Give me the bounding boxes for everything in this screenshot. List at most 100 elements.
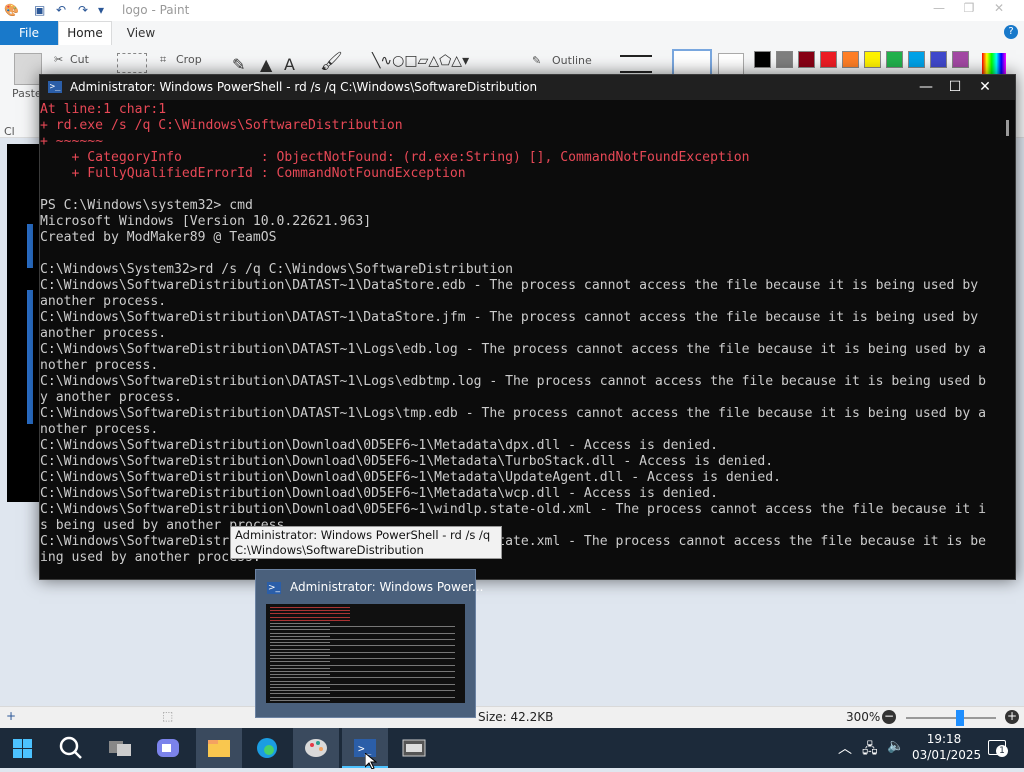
save-icon[interactable]: ▣: [34, 3, 45, 17]
start-icon: [13, 739, 32, 758]
color-swatch[interactable]: [886, 51, 903, 68]
paint-close-button[interactable]: ✕: [984, 1, 1014, 15]
console-line: nother process.: [40, 358, 159, 373]
console-line: C:\Windows\SoftwareDistribution\Download…: [40, 486, 718, 501]
powershell-titlebar[interactable]: >_ Administrator: Windows PowerShell - r…: [40, 75, 1015, 100]
chat-icon: [157, 739, 179, 757]
zoom-level: 300%: [846, 710, 881, 724]
volume-icon[interactable]: 🔈: [887, 738, 904, 754]
outline-button[interactable]: Outline: [552, 54, 592, 67]
console-line: At line:1 char:1: [40, 102, 167, 117]
select-icon[interactable]: [117, 53, 147, 73]
zoom-in-button[interactable]: +: [1005, 710, 1019, 724]
thumbnail-line: [270, 661, 330, 663]
tab-home[interactable]: Home: [58, 21, 112, 45]
start-button[interactable]: [0, 728, 46, 768]
help-icon[interactable]: ?: [1004, 25, 1018, 39]
cut-button[interactable]: Cut: [70, 53, 89, 66]
clock-date[interactable]: 03/01/2025: [912, 748, 981, 762]
taskbar-tooltip: Administrator: Windows PowerShell - rd /…: [230, 526, 502, 559]
thumbnail-line: [270, 651, 455, 653]
zoom-slider[interactable]: [906, 717, 996, 719]
console-scrollbar[interactable]: [1006, 120, 1009, 136]
chat-button[interactable]: [145, 728, 191, 768]
close-button[interactable]: ✕: [970, 75, 1000, 100]
task-view-button[interactable]: [97, 728, 143, 768]
edge-button[interactable]: [244, 728, 290, 768]
paint-maximize-button[interactable]: ❐: [954, 1, 984, 15]
console-line: C:\Windows\SoftwareDistribution\DATAST~1…: [40, 406, 986, 421]
thumbnail-line: [270, 629, 330, 631]
thumbnail-line: [270, 655, 330, 656]
paint-window-controls: — ❐ ✕: [924, 1, 1014, 15]
fill-icon[interactable]: ▲: [260, 55, 272, 74]
redo-icon[interactable]: ↷: [78, 3, 88, 17]
paint-title: logo - Paint: [122, 3, 190, 17]
thumbnail-line: [270, 683, 455, 685]
console-line: + rd.exe /s /q C:\Windows\SoftwareDistri…: [40, 118, 403, 133]
cut-icon[interactable]: ✂: [54, 53, 63, 66]
taskbar-thumbnail-preview[interactable]: >_ Administrator: Windows Power...: [255, 569, 483, 718]
paint-canvas[interactable]: [7, 144, 43, 502]
thumbnail-line: [270, 616, 350, 618]
thumbnail-line: [270, 658, 455, 660]
outline-icon[interactable]: ✎: [532, 54, 541, 67]
customize-qat-icon[interactable]: ▾: [98, 3, 104, 17]
canvas-shape: [27, 290, 33, 350]
clock-time[interactable]: 19:18: [912, 732, 976, 746]
zoom-out-button[interactable]: −: [882, 710, 896, 724]
paste-icon[interactable]: [14, 53, 42, 85]
color-swatch[interactable]: [864, 51, 881, 68]
color-swatch[interactable]: [754, 51, 771, 68]
tab-file[interactable]: File: [0, 21, 58, 45]
crop-button[interactable]: Crop: [176, 53, 202, 66]
console-line: another process.: [40, 326, 167, 341]
undo-icon[interactable]: ↶: [56, 3, 66, 17]
zoom-slider-thumb[interactable]: [956, 710, 964, 726]
powershell-window[interactable]: >_ Administrator: Windows PowerShell - r…: [39, 74, 1016, 580]
network-icon[interactable]: 🖧: [862, 738, 878, 762]
pencil-icon[interactable]: ✎: [232, 55, 245, 74]
color-swatch[interactable]: [798, 51, 815, 68]
powershell-icon: >_: [267, 582, 281, 594]
color-swatch[interactable]: [842, 51, 859, 68]
console-line: C:\Windows\SoftwareDistribution\DATAST~1…: [40, 310, 979, 325]
shapes-icon[interactable]: ╲∿○□▱△⬠△▾: [372, 53, 469, 69]
preview-thumbnail[interactable]: [266, 604, 465, 703]
paint-titlebar: 🎨 ▣ ↶ ↷ ▾ logo - Paint — ❐ ✕: [0, 0, 1024, 22]
console-line: s being used by another process.: [40, 518, 293, 533]
crop-icon[interactable]: ⌗: [160, 53, 166, 67]
minimize-button[interactable]: —: [911, 75, 941, 100]
color-swatch[interactable]: [930, 51, 947, 68]
color-swatch[interactable]: [908, 51, 925, 68]
console-line: C:\Windows\System32>rd /s /q C:\Windows\…: [40, 262, 513, 277]
search-button[interactable]: [48, 728, 94, 768]
console-line: another process.: [40, 294, 167, 309]
chevron-up-icon[interactable]: ︿: [838, 738, 852, 758]
size-icon[interactable]: [620, 55, 652, 73]
console-line: C:\Windows\SoftwareDistribution\DATAST~1…: [40, 278, 979, 293]
color-swatch[interactable]: [820, 51, 837, 68]
tab-view[interactable]: View: [118, 21, 164, 45]
maximize-button[interactable]: ☐: [940, 75, 970, 100]
console-output[interactable]: At line:1 char:1 + rd.exe /s /q C:\Window…: [40, 102, 1002, 576]
thumbnail-line: [270, 613, 350, 615]
color-swatch[interactable]: [952, 51, 969, 68]
console-line: C:\Windows\SoftwareDistribution\Download…: [40, 438, 718, 453]
brushes-icon[interactable]: 🖌: [320, 51, 343, 72]
app-taskbar-button[interactable]: [391, 728, 437, 768]
paste-button[interactable]: Paste: [12, 87, 42, 100]
thumbnail-line: [270, 607, 350, 608]
thumbnail-line: [270, 671, 455, 672]
color-swatch[interactable]: [776, 51, 793, 68]
thumbnail-line: [270, 610, 350, 612]
thumbnail-line: [270, 667, 330, 669]
thumbnail-line: [270, 626, 455, 628]
file-explorer-button[interactable]: [196, 728, 242, 768]
text-icon[interactable]: A: [284, 55, 295, 74]
search-icon: [59, 736, 82, 759]
paint-minimize-button[interactable]: —: [924, 1, 954, 15]
cursor-position-icon: +: [6, 709, 17, 723]
paint-taskbar-button[interactable]: [293, 728, 339, 768]
